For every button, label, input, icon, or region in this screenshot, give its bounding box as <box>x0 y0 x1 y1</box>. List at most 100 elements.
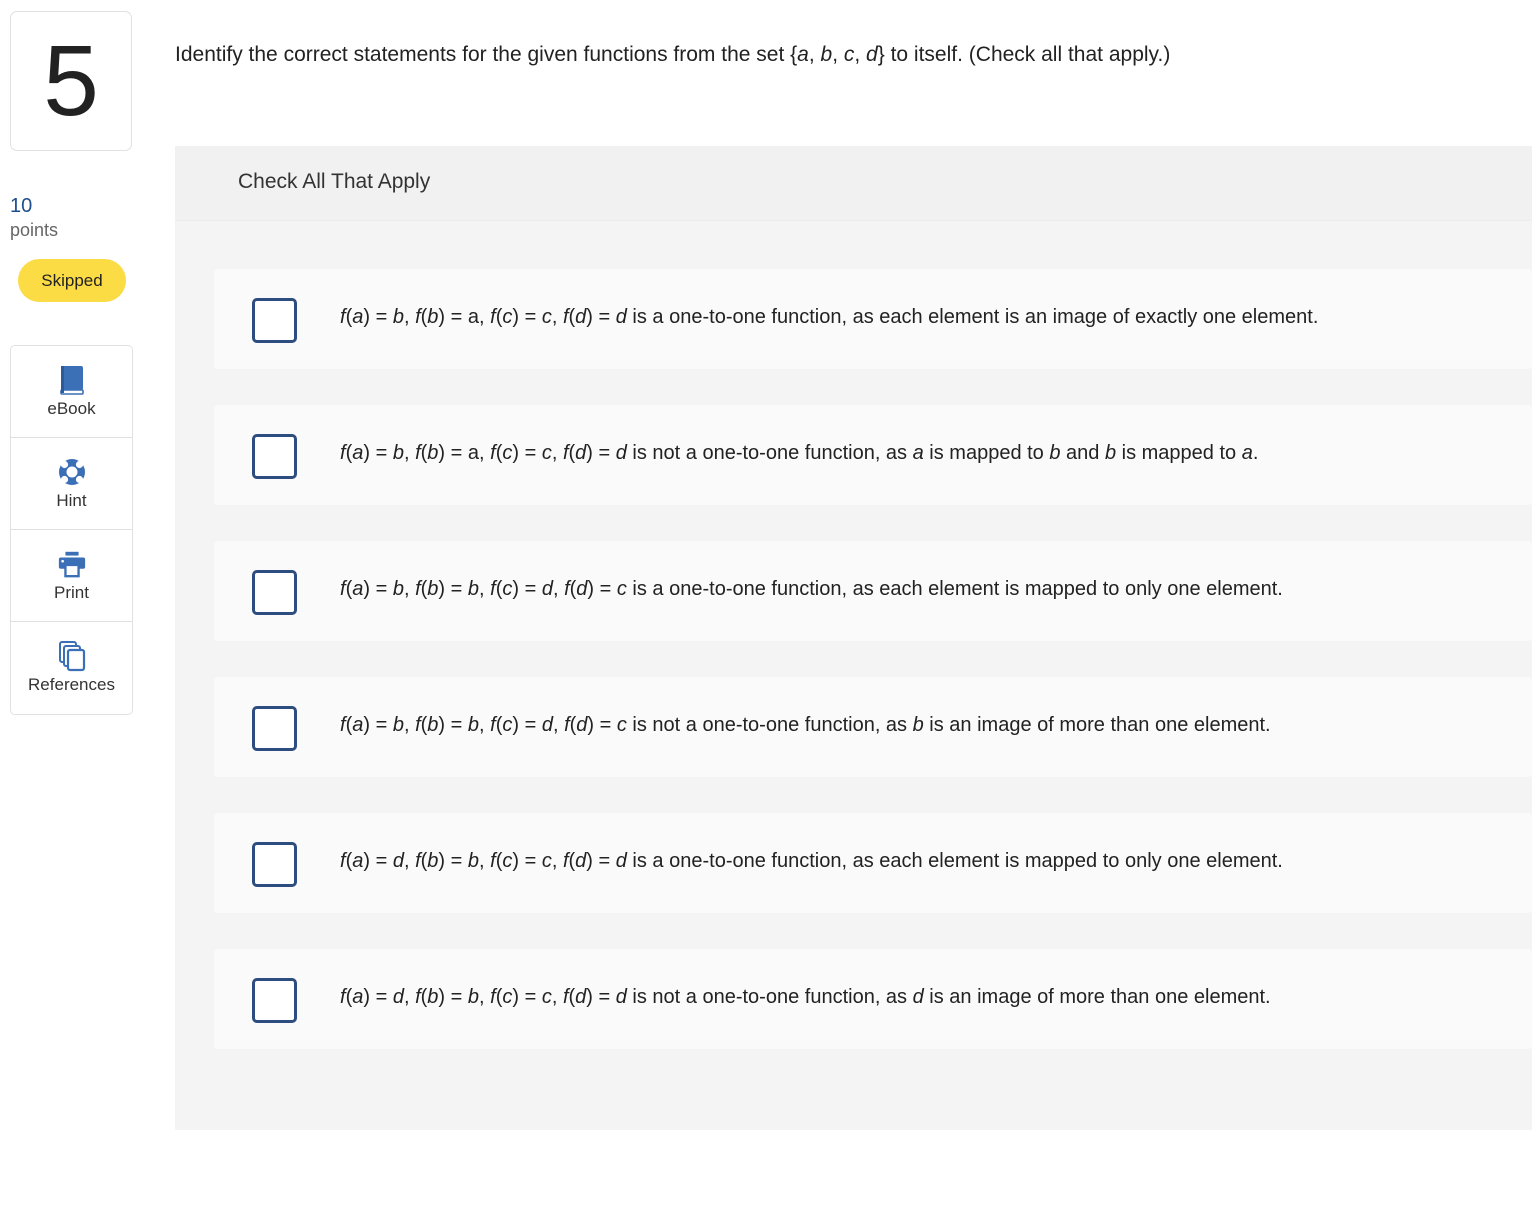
option-text-run: ) = <box>438 578 468 600</box>
option-3-text: f(a) = b, f(b) = b, f(c) = d, f(d) = c i… <box>340 578 1283 601</box>
copy-documents-icon <box>57 641 87 672</box>
option-text-run: is mapped to <box>923 442 1050 464</box>
option-text-run: , <box>403 306 416 328</box>
ebook-label: eBook <box>47 398 96 418</box>
question-number: 5 <box>43 25 99 137</box>
option-2-text: f(a) = b, f(b) = a, f(c) = c, f(d) = d i… <box>340 442 1258 465</box>
option-text-run: c <box>502 306 513 328</box>
option-text-run: ) = <box>363 714 393 736</box>
option-text-run: c <box>502 578 513 600</box>
option-text-run: is a one-to-one function, as each elemen… <box>626 306 1319 328</box>
option-1-checkbox[interactable] <box>252 298 297 343</box>
option-6-text: f(a) = d, f(b) = b, f(c) = c, f(d) = d i… <box>340 986 1271 1009</box>
references-button[interactable]: References <box>11 622 132 714</box>
option-text-run: b <box>427 850 439 872</box>
option-text-run: , <box>551 986 563 1008</box>
option-text-run: is mapped to <box>1116 442 1242 464</box>
option-text-run: , <box>551 442 563 464</box>
option-text-run: b <box>912 714 924 736</box>
option-1[interactable]: f(a) = b, f(b) = a, f(c) = c, f(d) = d i… <box>214 269 1532 369</box>
option-text-run: ) = <box>512 714 542 736</box>
option-4[interactable]: f(a) = b, f(b) = b, f(c) = d, f(d) = c i… <box>214 677 1532 777</box>
option-text-run: ) = <box>586 442 616 464</box>
option-text-run: d <box>615 986 627 1008</box>
option-5[interactable]: f(a) = d, f(b) = b, f(c) = c, f(d) = d i… <box>214 813 1532 913</box>
option-3[interactable]: f(a) = b, f(b) = b, f(c) = d, f(d) = c i… <box>214 541 1532 641</box>
option-text-run: c <box>541 986 552 1008</box>
option-text-run: ) = <box>363 442 393 464</box>
option-text-run: a <box>912 442 924 464</box>
option-text-run: a <box>352 850 364 872</box>
book-icon <box>57 365 87 395</box>
option-text-run: , <box>551 850 563 872</box>
option-text-run: c <box>502 850 513 872</box>
option-text-run: b <box>392 306 404 328</box>
option-text-run: d <box>392 986 404 1008</box>
points-value: 10 <box>10 195 33 217</box>
option-text-run: , <box>479 714 491 736</box>
option-text-run: ) = <box>587 578 617 600</box>
option-text-run: b <box>467 578 479 600</box>
option-text-run: is an image of more than one element. <box>923 714 1271 736</box>
option-text-run: , <box>479 578 491 600</box>
answer-panel: Check All That Apply f(a) = b, f(b) = a,… <box>175 146 1532 1130</box>
option-text-run: , <box>551 306 563 328</box>
option-text-run: d <box>615 850 627 872</box>
option-text-run: a <box>352 306 364 328</box>
option-text-run: d <box>575 850 587 872</box>
print-label: Print <box>54 582 89 602</box>
option-4-text: f(a) = b, f(b) = b, f(c) = d, f(d) = c i… <box>340 714 1271 737</box>
panel-title: Check All That Apply <box>238 170 431 193</box>
ebook-button[interactable]: eBook <box>11 346 132 438</box>
option-text-run: c <box>502 442 513 464</box>
option-text-run: c <box>541 306 552 328</box>
option-text-run: b <box>427 578 439 600</box>
option-text-run: b <box>467 850 479 872</box>
option-text-run: c <box>541 850 552 872</box>
option-text-run: c <box>616 714 627 736</box>
option-text-run: d <box>576 578 588 600</box>
points-label: points <box>10 220 59 240</box>
lifebuoy-icon <box>57 457 87 487</box>
option-text-run: ) = a, <box>438 442 491 464</box>
option-text-run: ) = <box>586 306 616 328</box>
option-2[interactable]: f(a) = b, f(b) = a, f(c) = c, f(d) = d i… <box>214 405 1532 505</box>
option-text-run: , <box>479 850 491 872</box>
option-5-checkbox[interactable] <box>252 842 297 887</box>
print-button[interactable]: Print <box>11 530 132 622</box>
option-text-run: b <box>427 714 439 736</box>
option-text-run: is not a one-to-one function, as <box>626 714 913 736</box>
option-text-run: c <box>541 442 552 464</box>
option-text-run: b <box>1104 442 1117 464</box>
option-4-checkbox[interactable] <box>252 706 297 751</box>
question-number-box: 5 <box>10 11 132 151</box>
option-text-run: a <box>352 986 364 1008</box>
option-2-checkbox[interactable] <box>252 434 297 479</box>
option-6-checkbox[interactable] <box>252 978 297 1023</box>
option-3-checkbox[interactable] <box>252 570 297 615</box>
option-text-run: d <box>392 850 404 872</box>
option-text-run: ) = <box>363 306 393 328</box>
option-text-run: , <box>403 442 416 464</box>
question-page: 5 10 points Skipped eBook Hint Print Ref… <box>0 0 1532 1220</box>
option-text-run: a <box>352 442 364 464</box>
option-text-run: is not a one-to-one function, as <box>626 986 913 1008</box>
option-text-run: , <box>552 714 565 736</box>
printer-icon <box>57 549 87 579</box>
option-text-run: c <box>502 714 513 736</box>
option-text-run: d <box>541 714 553 736</box>
option-text-run: c <box>616 578 627 600</box>
option-text-run: d <box>912 986 924 1008</box>
option-text-run: is an image of more than one element. <box>923 986 1271 1008</box>
option-text-run: ) = <box>438 986 468 1008</box>
option-text-run: ) = <box>512 850 542 872</box>
hint-button[interactable]: Hint <box>11 438 132 530</box>
option-text-run: is a one-to-one function, as each elemen… <box>626 578 1283 600</box>
option-text-run: ) = <box>586 850 616 872</box>
option-text-run: d <box>615 442 627 464</box>
option-6[interactable]: f(a) = d, f(b) = b, f(c) = c, f(d) = d i… <box>214 949 1532 1049</box>
option-text-run: ) = <box>512 306 542 328</box>
option-text-run: . <box>1252 442 1259 464</box>
option-text-run: , <box>403 714 416 736</box>
option-text-run: ) = <box>512 578 542 600</box>
